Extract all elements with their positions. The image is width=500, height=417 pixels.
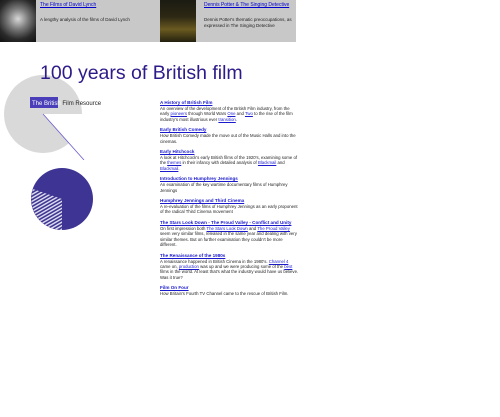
article-description: On first impression both The Stars Look … (160, 226, 300, 248)
inline-link[interactable]: pioneers (171, 111, 187, 116)
description-text: How British Comedy made the move out of … (160, 133, 296, 144)
article-description: How British Comedy made the move out of … (160, 133, 300, 144)
promo-title-link[interactable]: Dennis Potter & The Singing Detective (204, 2, 289, 8)
description-text: was up and we were producing some of the (198, 263, 285, 269)
decorative-sphere-icon (31, 168, 93, 230)
promo-david-lynch[interactable]: The Films of David Lynch A lengthy analy… (0, 0, 148, 42)
description-text: in their infancy with detailed analysis … (181, 160, 258, 166)
inline-link[interactable]: Two (245, 111, 253, 116)
article-item: Early British Comedy How British Comedy m… (160, 127, 300, 144)
article-description: How Britain's Fourth TV Channel came to … (160, 291, 300, 296)
article-item: The Stars Look Down - The Proud Valley -… (160, 220, 300, 248)
inline-link[interactable]: transition (218, 117, 235, 122)
article-description: An examination of the key wartime docume… (160, 182, 300, 193)
inline-link[interactable]: Channel 4 (269, 259, 289, 264)
article-item: Humphrey Jennings and Third Cinema A re-e… (160, 198, 300, 215)
description-text: On first impression both (160, 225, 207, 231)
description-text: . (235, 116, 238, 122)
promo-thumbnail-image[interactable] (160, 0, 196, 42)
description-text: came on, (160, 263, 179, 269)
article-description: A renaissance happened in British Cinema… (160, 259, 300, 281)
inline-link[interactable]: themes (167, 160, 181, 165)
article-item: Film On Four How Britain's Fourth TV Chan… (160, 285, 300, 296)
top-banner: The Films of David Lynch A lengthy analy… (0, 0, 296, 42)
description-text: through World Wars (187, 111, 228, 117)
description-text: and (276, 160, 285, 166)
article-list: A History of British Film An overview of … (160, 100, 300, 302)
inline-link[interactable]: Blackmail (258, 160, 276, 165)
promo-thumbnail-image[interactable] (0, 0, 36, 42)
inline-link[interactable]: The Stars Look Down (207, 226, 248, 231)
page-title: 100 years of British film (40, 62, 243, 84)
article-description: An overview of the development of the Br… (160, 106, 300, 122)
description-text: A renaissance happened in British Cinema… (160, 258, 269, 264)
description-text: and (247, 225, 258, 231)
inline-link[interactable]: Blackmail (160, 166, 178, 171)
promo-description: Dennis Potter's thematic preoccupations,… (204, 17, 292, 28)
article-description: A look at Hitchcock's early British film… (160, 155, 300, 171)
description-text: An examination of the key wartime docume… (160, 182, 288, 193)
description-text: . (178, 165, 180, 171)
inline-link[interactable]: The Proud Valley (257, 226, 290, 231)
inline-link[interactable]: best (284, 264, 292, 269)
article-item: A History of British Film An overview of … (160, 100, 300, 122)
logo-text: The British Film Resource (32, 101, 102, 107)
description-text: How Britain's Fourth TV Channel came to … (160, 291, 289, 297)
article-item: The Renaissance of the 1980s A renaissanc… (160, 253, 300, 281)
promo-description: A lengthy analysis of the films of David… (40, 17, 130, 22)
description-text: A re-evaluation of the films of Humphrey… (160, 204, 298, 215)
description-text: seem very similar films, released in the… (160, 231, 297, 248)
description-text: films in the world. At least that's what… (160, 269, 299, 280)
article-item: Early Hitchcock A look at Hitchcock's ear… (160, 149, 300, 171)
promo-title-link[interactable]: The Films of David Lynch (40, 2, 96, 8)
promo-singing-detective[interactable]: Dennis Potter & The Singing Detective De… (160, 0, 296, 42)
article-item: Introduction to Humphrey Jennings An exam… (160, 176, 300, 193)
article-description: A re-evaluation of the films of Humphrey… (160, 204, 300, 215)
description-text: and (235, 111, 245, 117)
inline-link[interactable]: production (179, 264, 199, 269)
